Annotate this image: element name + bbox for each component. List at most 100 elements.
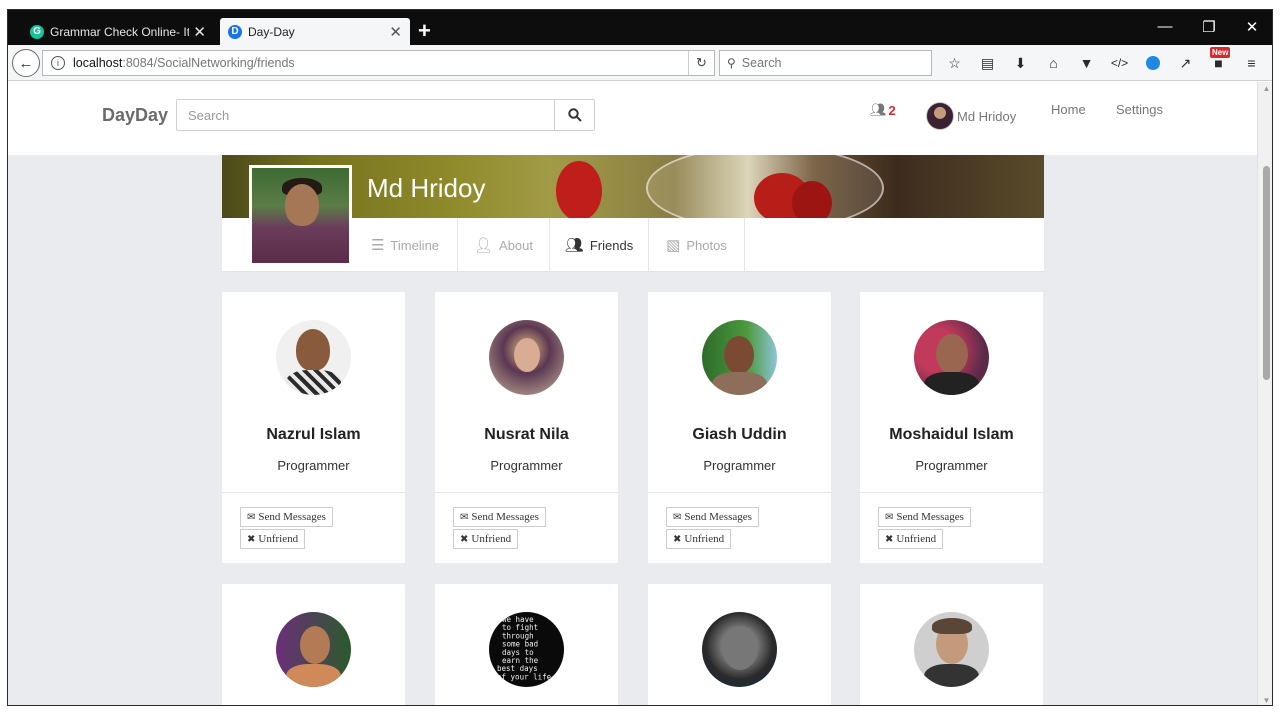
star-icon[interactable]: ☆ <box>938 52 971 74</box>
reader-icon[interactable]: ▤ <box>971 52 1004 74</box>
friend-name[interactable]: Nusrat Nila <box>435 426 618 444</box>
button-label: Unfriend <box>471 533 512 545</box>
tab-strip: G Grammar Check Online- It's ✕ D Day-Day… <box>8 10 1272 45</box>
remove-user-icon: ✖ <box>460 533 469 545</box>
friend-card: Moshaidul Islam Programmer ✉ Send Message… <box>860 292 1043 563</box>
site-header: DayDay Search 👥︎ 2 Md Hridoy Home Settin… <box>8 82 1257 155</box>
page-content: DayDay Search 👥︎ 2 Md Hridoy Home Settin… <box>8 82 1257 705</box>
friend-name[interactable]: Giash Uddin <box>648 426 831 444</box>
minimize-icon[interactable]: — <box>1145 18 1185 35</box>
tab-label: Timeline <box>390 237 440 253</box>
avatar-hair <box>932 618 972 634</box>
list-icon: ☰ <box>370 237 385 254</box>
envelope-icon: ✉ <box>673 511 682 523</box>
add-user-icon: 👥︎ <box>870 102 887 117</box>
avatar-face <box>300 626 330 664</box>
site-search-input[interactable]: Search <box>176 99 595 131</box>
unfriend-button[interactable]: ✖ Unfriend <box>453 529 519 549</box>
envelope-icon: ✉ <box>885 511 894 523</box>
download-icon[interactable]: ⬇ <box>1004 52 1037 74</box>
back-arrow-icon[interactable]: ← <box>12 49 40 77</box>
avatar <box>926 102 954 130</box>
friend-role: Programmer <box>277 458 350 473</box>
send-messages-button[interactable]: ✉ Send Messages <box>666 507 759 527</box>
tab-grammar-check[interactable]: G Grammar Check Online- It's ✕ <box>22 18 214 45</box>
avatar-face <box>514 338 540 372</box>
send-messages-button[interactable]: ✉ Send Messages <box>453 507 546 527</box>
envelope-icon: ✉ <box>460 511 469 523</box>
menu-icon[interactable]: ≡ <box>1235 52 1268 74</box>
tab-label: About <box>499 237 534 253</box>
tab-timeline[interactable]: ☰ Timeline <box>353 218 458 272</box>
cover-cherry-shape <box>792 181 832 218</box>
site-info-icon[interactable]: i <box>51 56 65 70</box>
dev-icon[interactable]: </> <box>1103 52 1136 74</box>
friend-avatar[interactable] <box>489 320 564 395</box>
tab-about[interactable]: 👤︎ About <box>458 218 550 272</box>
friend-role: Programmer <box>703 458 776 473</box>
scroll-down-icon[interactable]: ▼ <box>1258 696 1272 705</box>
scroll-up-icon[interactable]: ▲ <box>1258 84 1272 93</box>
friend-avatar[interactable] <box>702 320 777 395</box>
friend-avatar[interactable] <box>914 320 989 395</box>
avatar-face <box>724 336 754 374</box>
restore-icon[interactable]: ❐ <box>1189 18 1229 36</box>
friend-avatar[interactable] <box>276 612 351 687</box>
grammarly-favicon-icon: G <box>30 24 44 39</box>
new-tab-plus-icon[interactable]: + <box>418 20 431 42</box>
friend-name[interactable]: Nazrul Islam <box>222 426 405 444</box>
reload-icon[interactable]: ↻ <box>688 51 714 75</box>
tab-close-icon[interactable]: ✕ <box>389 23 402 41</box>
site-brand[interactable]: DayDay <box>102 105 168 126</box>
user-icon: 👤︎ <box>473 237 494 254</box>
close-icon[interactable]: ✕ <box>1232 18 1272 36</box>
scroll-thumb[interactable] <box>1263 166 1270 380</box>
friend-card <box>860 584 1043 705</box>
nav-settings-link[interactable]: Settings <box>1116 102 1163 117</box>
url-host: localhost <box>73 56 123 70</box>
tab-label: Photos <box>686 237 727 253</box>
unfriend-button[interactable]: ✖ Unfriend <box>878 529 944 549</box>
browser-search-input[interactable]: ⚲ Search <box>719 50 932 76</box>
search-icon <box>567 108 582 122</box>
friend-avatar[interactable] <box>702 612 777 687</box>
url-bar[interactable]: i localhost:8084/SocialNetworking/friend… <box>42 50 715 76</box>
pin-icon[interactable]: ↗ <box>1169 52 1202 74</box>
avatar-shirt <box>286 370 341 395</box>
friend-card: We have to fight through some bad days to ear… <box>435 584 618 705</box>
remove-user-icon: ✖ <box>673 533 682 545</box>
friend-avatar[interactable] <box>914 612 989 687</box>
avatar-shirt <box>924 664 979 687</box>
friend-avatar[interactable]: We have to fight through some bad days to ear… <box>489 612 564 687</box>
button-label: Send Messages <box>896 511 964 523</box>
toolbar-icons: ☆ ▤ ⬇ ⌂ ▼ </> ↗ ■ New ≡ <box>938 47 1268 74</box>
tab-title: Day-Day <box>248 24 295 39</box>
search-button[interactable] <box>554 100 594 130</box>
card-divider <box>222 492 405 493</box>
unfriend-button[interactable]: ✖ Unfriend <box>240 529 306 549</box>
messenger-icon[interactable] <box>1136 52 1169 74</box>
home-icon[interactable]: ⌂ <box>1037 52 1070 74</box>
pocket-icon[interactable]: ▼ <box>1070 52 1103 74</box>
browser-search-placeholder: Search <box>741 56 782 70</box>
friend-role: Programmer <box>490 458 563 473</box>
avatar-face <box>936 334 968 374</box>
site-search-placeholder: Search <box>188 107 230 123</box>
tab-day-day[interactable]: D Day-Day ✕ <box>220 18 410 45</box>
page-scrollbar[interactable]: ▲ ▼ <box>1257 82 1272 705</box>
user-menu[interactable]: Md Hridoy <box>926 102 1016 130</box>
tab-photos[interactable]: ▧ Photos <box>649 218 745 272</box>
new-badge-icon[interactable]: ■ New <box>1202 47 1235 74</box>
profile-picture[interactable] <box>249 165 352 266</box>
friend-requests[interactable]: 👥︎ 2 <box>870 102 896 118</box>
browser-nav-bar: ← i localhost:8084/SocialNetworking/frie… <box>8 45 1272 81</box>
unfriend-button[interactable]: ✖ Unfriend <box>666 529 732 549</box>
tab-friends[interactable]: 👥︎ Friends <box>550 218 649 272</box>
avatar-shirt <box>712 372 767 395</box>
nav-home-link[interactable]: Home <box>1051 102 1086 117</box>
send-messages-button[interactable]: ✉ Send Messages <box>240 507 333 527</box>
friend-name[interactable]: Moshaidul Islam <box>860 426 1043 444</box>
friend-avatar[interactable] <box>276 320 351 395</box>
send-messages-button[interactable]: ✉ Send Messages <box>878 507 971 527</box>
tab-close-icon[interactable]: ✕ <box>193 23 206 41</box>
